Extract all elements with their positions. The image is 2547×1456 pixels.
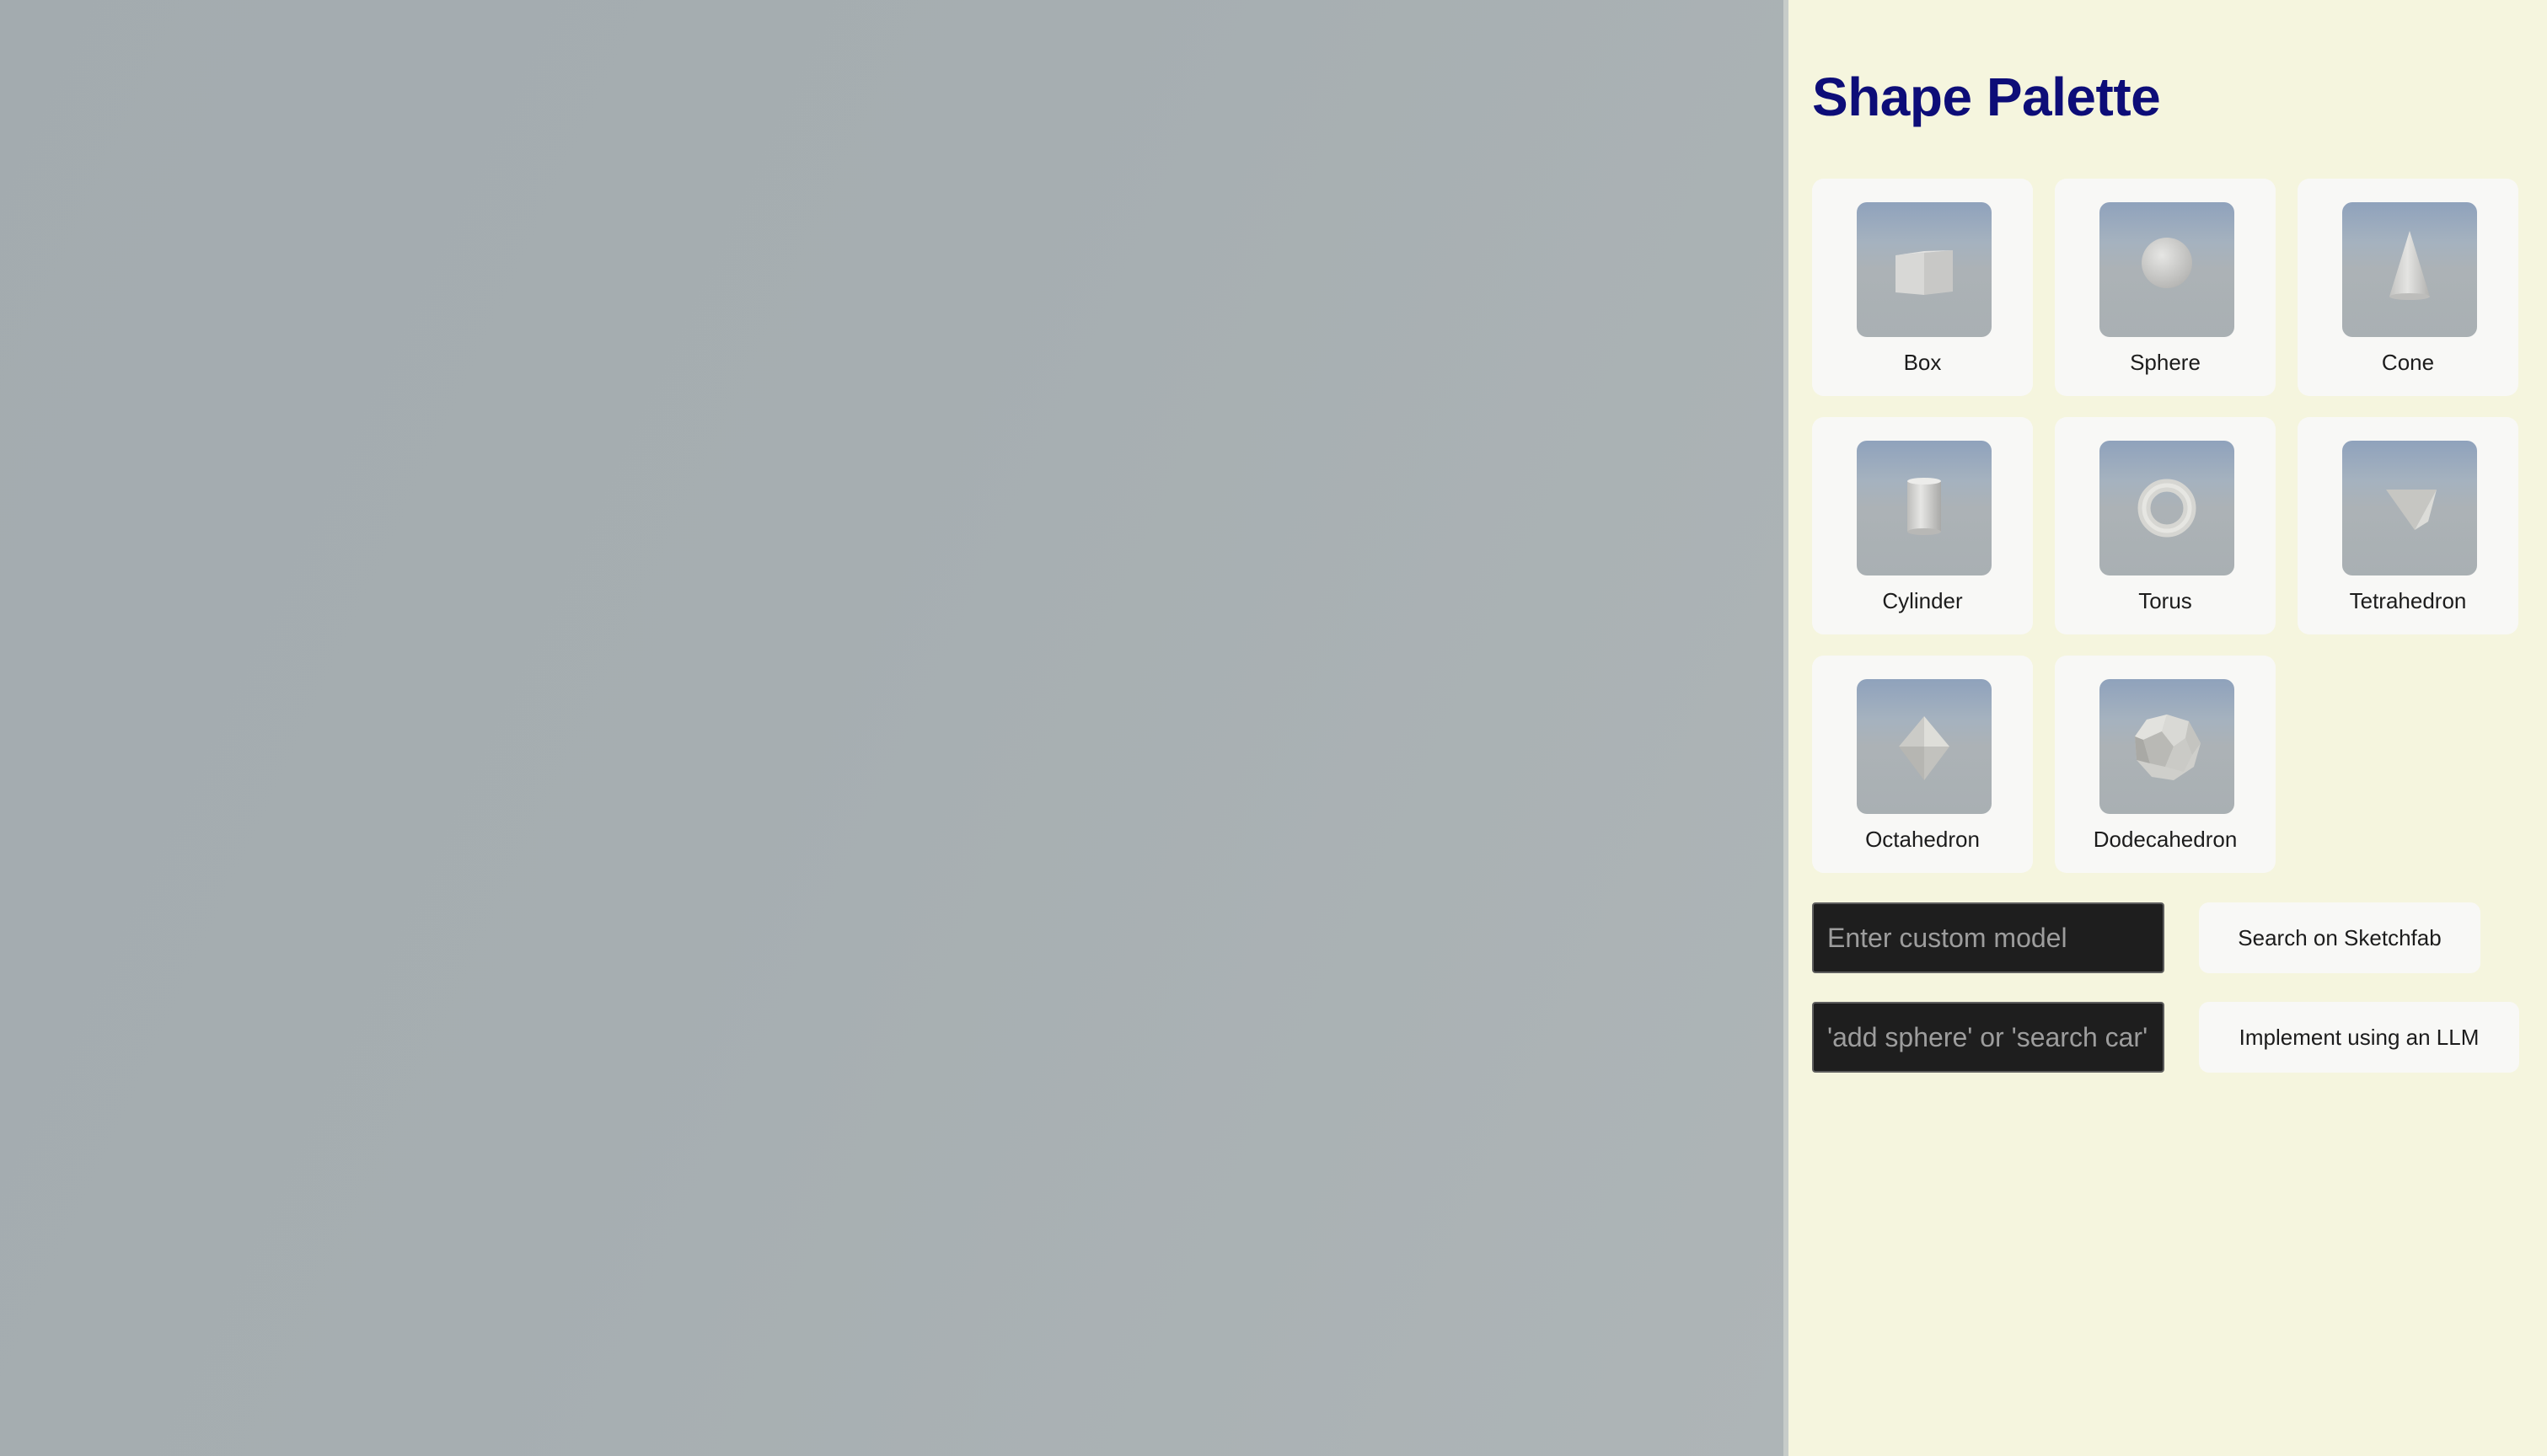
box-thumbnail [1857, 202, 1992, 337]
search-sketchfab-button[interactable]: Search on Sketchfab [2199, 902, 2480, 973]
shape-label: Box [1903, 350, 1942, 375]
shape-card-sphere[interactable]: Sphere [2055, 179, 2276, 396]
shape-card-cylinder[interactable]: Cylinder [1812, 417, 2033, 634]
palette-title: Shape Palette [1812, 67, 2161, 127]
shape-palette-panel: Shape Palette Box Sphere Cone Cylinder T… [1788, 0, 2547, 1456]
cone-thumbnail [2342, 202, 2477, 337]
custom-model-input[interactable] [1812, 902, 2164, 973]
shape-label: Torus [2138, 588, 2192, 613]
dodecahedron-thumbnail [2099, 679, 2234, 814]
shape-label: Sphere [2130, 350, 2201, 375]
cone-icon [2389, 231, 2430, 300]
shape-card-torus[interactable]: Torus [2055, 417, 2276, 634]
box-icon [1896, 250, 1953, 295]
3d-viewport[interactable] [0, 0, 1783, 1456]
dodecahedron-icon [2135, 715, 2201, 780]
shape-card-box[interactable]: Box [1812, 179, 2033, 396]
octahedron-icon [1899, 716, 1949, 780]
shape-label: Cone [2381, 350, 2435, 375]
shape-label: Dodecahedron [2093, 827, 2238, 852]
shape-card-tetrahedron[interactable]: Tetrahedron [2298, 417, 2518, 634]
cylinder-thumbnail [1857, 441, 1992, 575]
shape-card-dodecahedron[interactable]: Dodecahedron [2055, 656, 2276, 873]
shape-label: Cylinder [1882, 588, 1963, 613]
torus-icon [2137, 479, 2196, 538]
sphere-icon [2142, 238, 2192, 288]
torus-thumbnail [2099, 441, 2234, 575]
shape-label: Tetrahedron [2349, 588, 2467, 613]
shape-card-cone[interactable]: Cone [2298, 179, 2518, 396]
command-input[interactable] [1812, 1002, 2164, 1073]
octahedron-thumbnail [1857, 679, 1992, 814]
sphere-thumbnail [2099, 202, 2234, 337]
shape-label: Octahedron [1865, 827, 1980, 852]
shape-card-octahedron[interactable]: Octahedron [1812, 656, 2033, 873]
tetrahedron-icon [2386, 490, 2437, 530]
cylinder-icon [1907, 478, 1941, 535]
tetrahedron-thumbnail [2342, 441, 2477, 575]
implement-llm-button[interactable]: Implement using an LLM [2199, 1002, 2519, 1073]
